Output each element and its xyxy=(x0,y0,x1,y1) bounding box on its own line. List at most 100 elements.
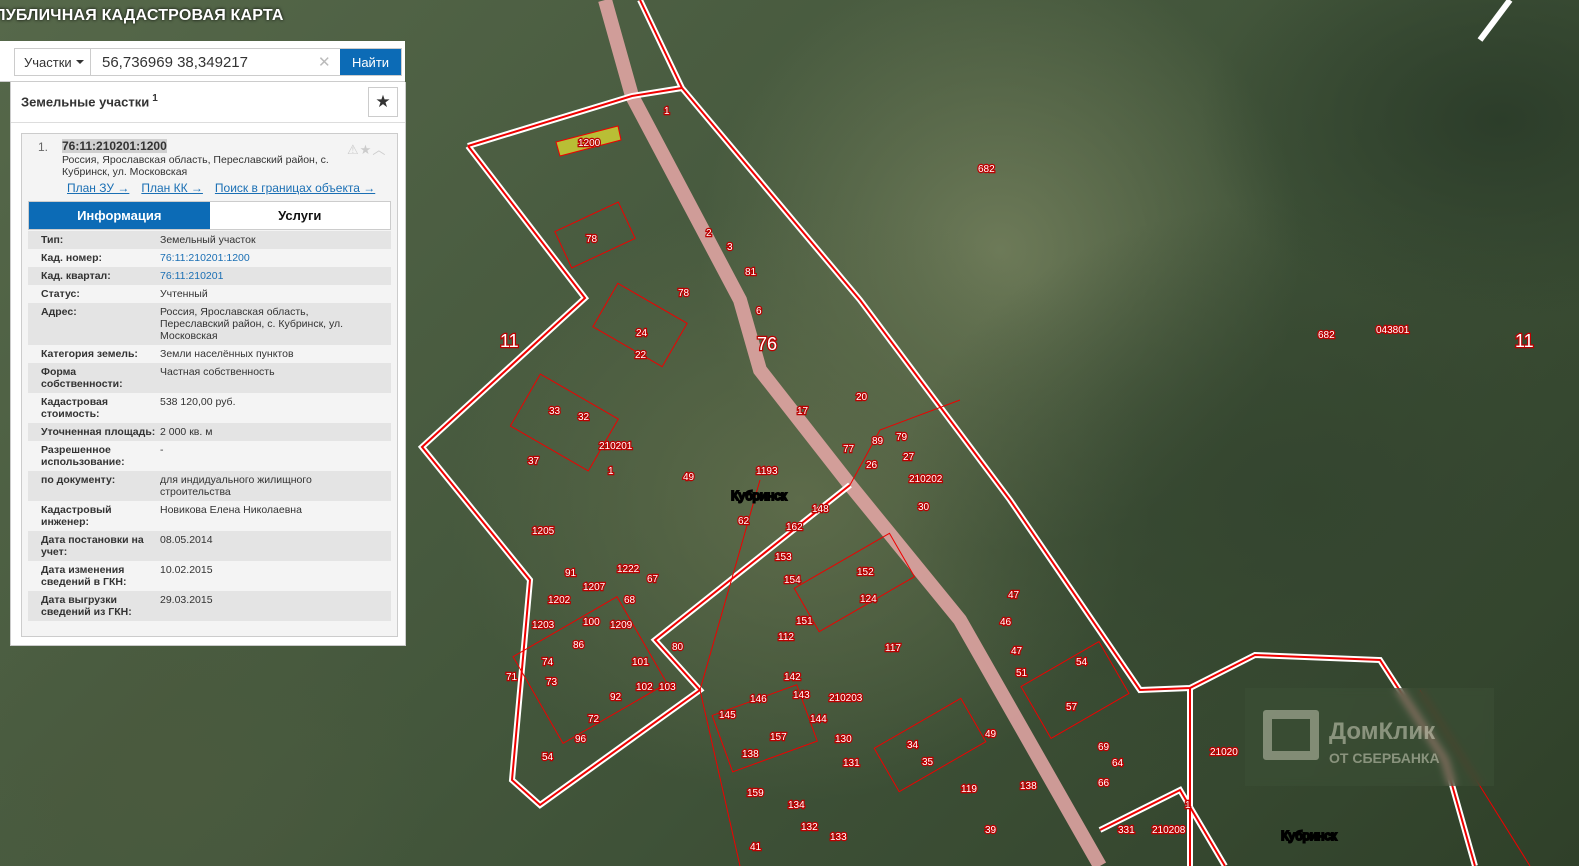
info-value[interactable]: 76:11:210201 xyxy=(160,270,391,282)
chevron-down-icon xyxy=(75,60,84,64)
plot-label: 1207 xyxy=(583,582,606,593)
quarter-label: 682 xyxy=(978,164,995,175)
plot-label: 92 xyxy=(610,692,622,703)
plan-zu-link[interactable]: План ЗУ → xyxy=(67,181,129,195)
info-value: Новикова Елена Николаевна xyxy=(160,504,302,516)
info-row: Кадастровая стоимость: 538 120,00 руб. xyxy=(28,393,391,423)
plot-label: 124 xyxy=(860,594,877,605)
result-cad-number[interactable]: 76:11:210201:1200 xyxy=(62,139,167,153)
plot-label: 96 xyxy=(575,734,587,745)
search-type-dropdown[interactable]: Участки xyxy=(15,49,91,75)
chevron-up-icon[interactable]: ︿ xyxy=(372,142,386,157)
info-key: Разрешенное использование: xyxy=(41,444,125,468)
star-icon[interactable]: ★ xyxy=(360,142,373,157)
town-label: Кубринск xyxy=(1281,828,1337,843)
town-label: Кубринск xyxy=(731,488,787,503)
plot-label: 119 xyxy=(961,784,977,795)
close-icon[interactable]: ✕ xyxy=(318,49,340,75)
plot-label: 1 xyxy=(608,466,614,477)
plot-label: 30 xyxy=(918,502,930,513)
plot-label: 146 xyxy=(750,694,767,705)
plot-label: 144 xyxy=(810,714,827,725)
plot-label: 159 xyxy=(747,788,764,799)
quarter-label: 210203 xyxy=(829,693,863,704)
map-label-big: 11 xyxy=(1515,331,1534,351)
info-value: - xyxy=(160,444,164,456)
info-key: Дата изменения сведений в ГКН: xyxy=(41,564,127,588)
info-value: Земли населённых пунктов xyxy=(160,348,294,360)
road xyxy=(598,0,1107,866)
plot-label: 78 xyxy=(678,288,690,299)
plot-label: 51 xyxy=(1016,668,1028,679)
plot-label: 66 xyxy=(1098,778,1110,789)
plot-label: 132 xyxy=(801,822,818,833)
plot-label: 117 xyxy=(885,643,901,654)
search-type-label: Участки xyxy=(24,54,72,70)
plot-label: 35 xyxy=(922,757,934,768)
favorites-button[interactable]: ★ xyxy=(368,87,398,117)
plan-kk-link[interactable]: План КК → xyxy=(141,181,203,195)
plot-label: 77 xyxy=(843,444,855,455)
plot-label: 26 xyxy=(866,460,878,471)
plot-label: 78 xyxy=(586,234,598,245)
info-value[interactable]: 76:11:210201:1200 xyxy=(160,252,391,264)
plot-label: 143 xyxy=(793,690,810,701)
plot-label: 67 xyxy=(647,574,659,585)
tab-information[interactable]: Информация xyxy=(29,202,210,229)
plot-label: 27 xyxy=(903,452,915,463)
info-value: 2 000 кв. м xyxy=(160,426,213,438)
info-row: Форма собственности: Частная собственност… xyxy=(28,363,391,393)
panel-title-text: Земельные участки xyxy=(21,94,150,110)
info-key: Кад. квартал: xyxy=(41,270,111,282)
info-key: Уточненная площадь: xyxy=(41,426,156,438)
search-within-link[interactable]: Поиск в границах объекта → xyxy=(215,181,375,195)
plot-label: 57 xyxy=(1066,702,1078,713)
quarter-label: 210201 xyxy=(599,441,633,452)
info-row: Тип: Земельный участок xyxy=(28,231,391,249)
plot-label: 133 xyxy=(830,832,847,843)
plot-label: 148 xyxy=(812,504,829,515)
plot-label: 131 xyxy=(843,758,860,769)
info-key: Категория земель: xyxy=(41,348,138,360)
search-input[interactable] xyxy=(91,49,318,75)
plot-label: 103 xyxy=(659,682,676,693)
plot-label: 1 xyxy=(1185,800,1191,811)
plot-label: 41 xyxy=(750,842,762,853)
plot-label: 37 xyxy=(528,456,540,467)
plot-label: 1205 xyxy=(532,526,555,537)
results-panel: Земельные участки 1 ★ 1. 76:11:210201:120… xyxy=(10,82,406,646)
warning-icon[interactable]: ⚠ xyxy=(347,142,360,157)
plot-label: 79 xyxy=(896,432,908,443)
plot-label: 134 xyxy=(788,800,805,811)
result-card: 1. 76:11:210201:1200 ⚠★︿ Россия, Ярослав… xyxy=(21,133,398,637)
plot-label: 32 xyxy=(578,412,590,423)
plot-label: 142 xyxy=(784,672,801,683)
plot-label: 1200 xyxy=(578,138,601,149)
tab-services[interactable]: Услуги xyxy=(209,202,390,229)
result-tabs: Информация Услуги xyxy=(28,201,391,230)
info-row: Кад. квартал: 76:11:210201 xyxy=(28,267,391,285)
info-value: 29.03.2015 xyxy=(160,594,213,606)
plot-label: 153 xyxy=(775,552,792,563)
info-key: Дата выгрузки сведений из ГКН: xyxy=(41,594,132,618)
plot-label: 154 xyxy=(784,575,801,586)
plot-label: 68 xyxy=(624,595,636,606)
plot-label: 145 xyxy=(719,710,736,721)
plot-label: 331 xyxy=(1118,825,1135,836)
watermark: ДомКлик ОТ СБЕРБАНКА xyxy=(1245,688,1494,786)
info-key: Форма собственности: xyxy=(41,366,123,390)
plot-label: 91 xyxy=(565,568,577,579)
plot-label: 17 xyxy=(797,406,809,417)
plot-label: 1193 xyxy=(756,466,778,477)
info-value: для индидуального жилищного строительств… xyxy=(160,474,312,498)
plot-label: 49 xyxy=(985,729,997,740)
plot-label: 138 xyxy=(1020,781,1037,792)
plot-label: 54 xyxy=(1076,657,1088,668)
map-label-big: 76 xyxy=(757,334,777,354)
plot-label: 3 xyxy=(727,242,733,253)
plot-label: 100 xyxy=(583,617,600,628)
watermark-line2: ОТ СБЕРБАНКА xyxy=(1329,750,1440,766)
info-row: Категория земель: Земли населённых пункто… xyxy=(28,345,391,363)
find-button[interactable]: Найти xyxy=(340,49,401,75)
info-key: Адрес: xyxy=(41,306,77,318)
